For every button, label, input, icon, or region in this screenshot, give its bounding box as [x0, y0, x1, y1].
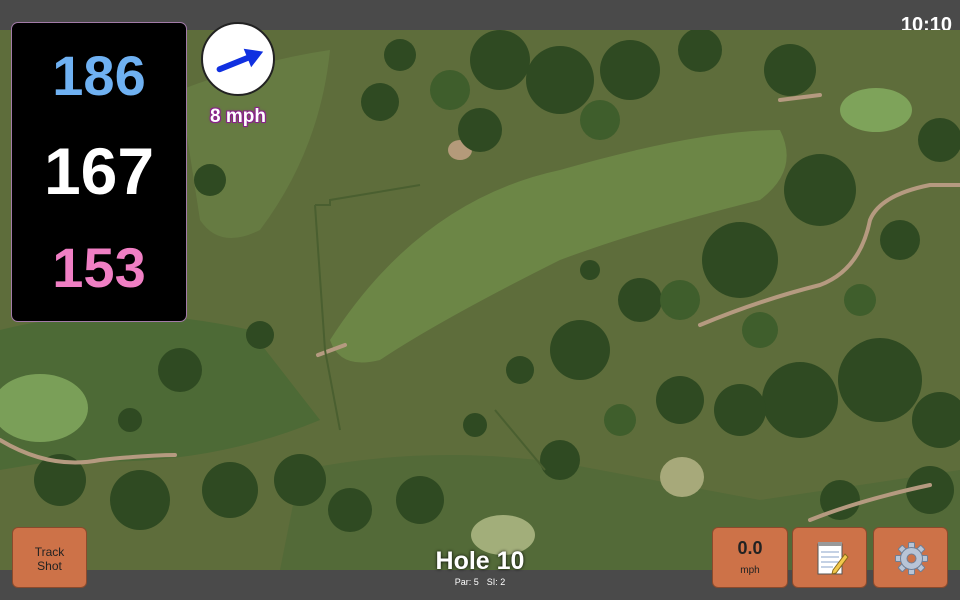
hole-par: Par: 5: [454, 577, 479, 587]
distance-front: 153: [52, 236, 146, 299]
gear-icon: [895, 542, 928, 575]
wind-direction-indicator: [201, 22, 275, 96]
notes-button[interactable]: [792, 527, 867, 588]
hole-info: Par: 5 SI: 2: [380, 577, 580, 587]
wind-unit: mph: [740, 565, 760, 576]
track-shot-button[interactable]: Track Shot: [12, 527, 87, 588]
wind-input-button[interactable]: 0.0 mph: [712, 527, 788, 588]
distance-back: 186: [52, 44, 146, 107]
wind-speed-label: 8 mph: [210, 106, 266, 127]
hole-title: Hole 10: [435, 547, 525, 575]
hole-stroke-index: SI: 2: [486, 577, 506, 587]
notepad-icon: [817, 542, 849, 575]
wind-value: 0.0: [737, 538, 763, 558]
wind-direction-arrow-icon: [216, 48, 264, 73]
track-shot-label: Track Shot: [34, 545, 65, 573]
settings-button[interactable]: [873, 527, 948, 588]
distance-panel: 186 167 153: [11, 22, 187, 322]
distance-middle: 167: [43, 134, 155, 208]
